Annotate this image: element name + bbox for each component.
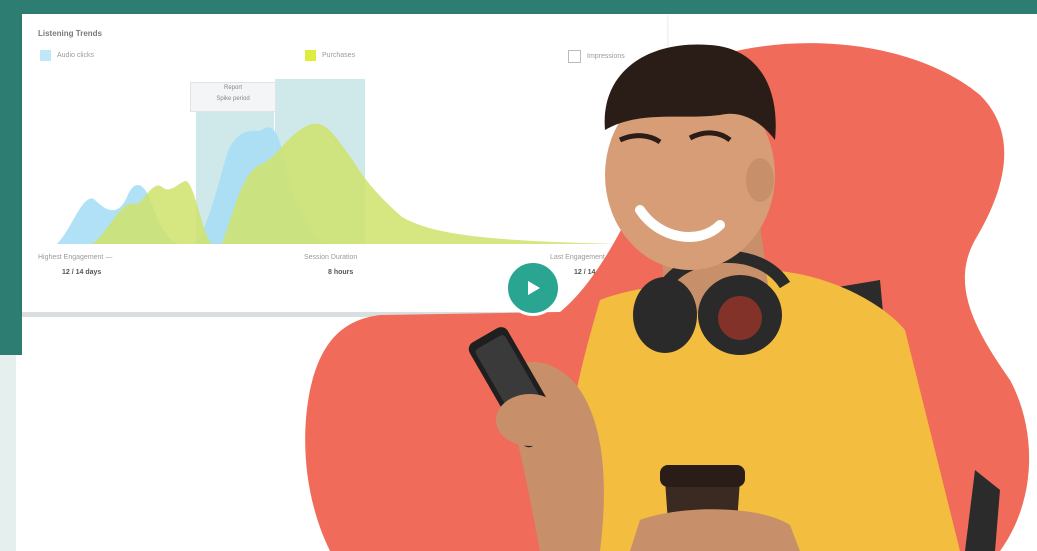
play-video-button[interactable] [505,260,561,316]
play-icon [528,281,540,295]
hand-left [496,394,564,446]
headphone-accent [718,296,762,340]
ear [746,158,774,202]
coffee-lid [660,465,745,487]
headphone-left [633,277,697,353]
